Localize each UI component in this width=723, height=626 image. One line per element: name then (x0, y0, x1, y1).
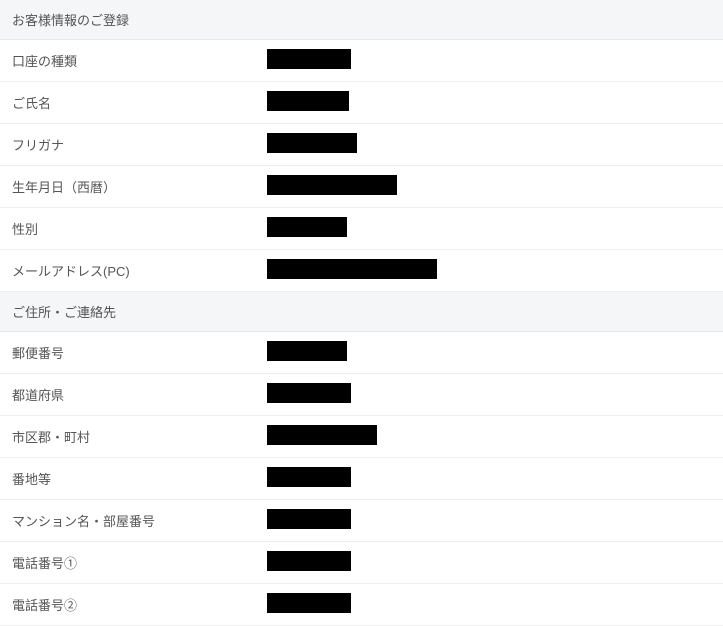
section-header-address-contact: ご住所・ご連絡先 (0, 292, 723, 332)
redacted-block (267, 217, 347, 237)
label-block-number: 番地等 (12, 469, 267, 488)
row-city: 市区郡・町村 (0, 416, 723, 458)
redacted-block (267, 383, 351, 403)
label-prefecture: 都道府県 (12, 385, 267, 404)
value-account-type (267, 49, 711, 72)
row-name: ご氏名 (0, 82, 723, 124)
value-building-name (267, 509, 711, 532)
value-birthdate (267, 175, 711, 198)
redacted-block (267, 49, 351, 69)
label-phone-2: 電話番号② (12, 595, 267, 614)
label-name: ご氏名 (12, 93, 267, 112)
value-furigana (267, 133, 711, 156)
redacted-block (267, 341, 347, 361)
label-gender: 性別 (12, 219, 267, 238)
row-block-number: 番地等 (0, 458, 723, 500)
row-birthdate: 生年月日（西暦） (0, 166, 723, 208)
value-postal-code (267, 341, 711, 364)
redacted-block (267, 593, 351, 613)
value-name (267, 91, 711, 114)
label-city: 市区郡・町村 (12, 427, 267, 446)
value-block-number (267, 467, 711, 490)
section-title: ご住所・ご連絡先 (12, 305, 116, 320)
row-prefecture: 都道府県 (0, 374, 723, 416)
value-prefecture (267, 383, 711, 406)
value-city (267, 425, 711, 448)
label-building-name: マンション名・部屋番号 (12, 511, 267, 530)
row-phone-2: 電話番号② (0, 584, 723, 626)
value-phone-1 (267, 551, 711, 574)
label-account-type: 口座の種類 (12, 51, 267, 70)
value-gender (267, 217, 711, 240)
label-furigana: フリガナ (12, 135, 267, 154)
label-email: メールアドレス(PC) (12, 261, 267, 280)
label-postal-code: 郵便番号 (12, 343, 267, 362)
row-email: メールアドレス(PC) (0, 250, 723, 292)
row-account-type: 口座の種類 (0, 40, 723, 82)
row-furigana: フリガナ (0, 124, 723, 166)
section-header-customer-info: お客様情報のご登録 (0, 0, 723, 40)
row-postal-code: 郵便番号 (0, 332, 723, 374)
label-birthdate: 生年月日（西暦） (12, 177, 267, 196)
redacted-block (267, 509, 351, 529)
section-title: お客様情報のご登録 (12, 13, 129, 28)
redacted-block (267, 425, 377, 445)
redacted-block (267, 259, 437, 279)
row-gender: 性別 (0, 208, 723, 250)
redacted-block (267, 91, 349, 111)
redacted-block (267, 175, 397, 195)
value-email (267, 259, 711, 282)
redacted-block (267, 467, 351, 487)
redacted-block (267, 551, 351, 571)
redacted-block (267, 133, 357, 153)
row-building-name: マンション名・部屋番号 (0, 500, 723, 542)
value-phone-2 (267, 593, 711, 616)
row-phone-1: 電話番号① (0, 542, 723, 584)
label-phone-1: 電話番号① (12, 553, 267, 572)
